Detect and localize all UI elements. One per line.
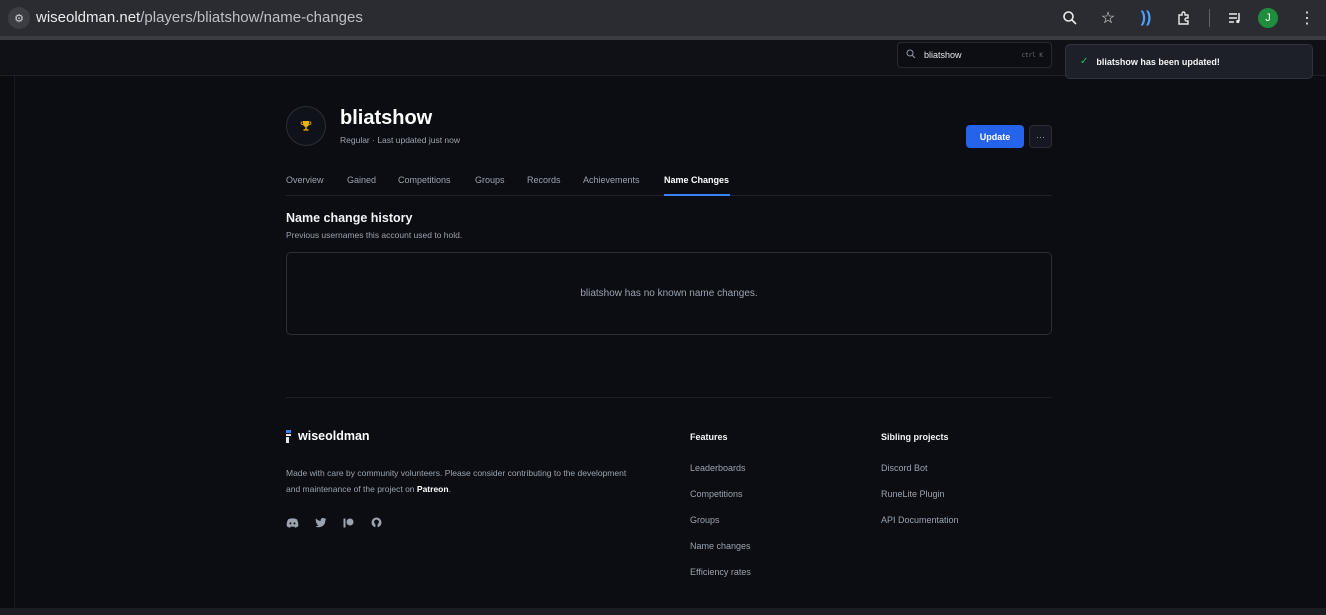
- tab-overview[interactable]: Overview: [286, 175, 324, 185]
- left-rail: [0, 76, 15, 608]
- section-subtitle: Previous usernames this account used to …: [286, 230, 463, 240]
- site-settings-icon[interactable]: ⚙: [8, 7, 30, 29]
- player-name: bliatshow: [340, 107, 433, 129]
- github-icon[interactable]: [370, 516, 383, 529]
- footer-divider: [286, 397, 1052, 398]
- footer-description: Made with care by community volunteers. …: [286, 465, 631, 497]
- search-value: bliatshow: [924, 50, 962, 60]
- check-icon: ✓: [1080, 56, 1089, 67]
- browser-toolbar: ⚙ wiseoldman.net/players/bliatshow/name-…: [0, 0, 1326, 36]
- tab-achievements[interactable]: Achievements: [583, 175, 640, 185]
- footer-description-text: Made with care by community volunteers. …: [286, 468, 627, 494]
- features-heading: Features: [690, 432, 728, 442]
- update-toast: ✓ bliatshow has been updated!: [1065, 44, 1313, 79]
- name-change-empty-state: bliatshow has no known name changes.: [286, 252, 1052, 335]
- tab-competitions[interactable]: Competitions: [398, 175, 451, 185]
- extensions-icon[interactable]: [1169, 3, 1199, 33]
- footer-link-groups[interactable]: Groups: [690, 515, 720, 525]
- tab-gained[interactable]: Gained: [347, 175, 376, 185]
- toast-message: bliatshow has been updated!: [1096, 56, 1220, 67]
- search-shortcut-hint: ctrl K: [1021, 51, 1043, 59]
- url-host: wiseoldman.net: [36, 9, 141, 26]
- section-title: Name change history: [286, 211, 413, 225]
- discord-icon[interactable]: [286, 516, 299, 529]
- cast-icon[interactable]: )): [1131, 3, 1161, 33]
- address-bar[interactable]: wiseoldman.net/players/bliatshow/name-ch…: [36, 9, 363, 26]
- footer-link-discord-bot[interactable]: Discord Bot: [881, 463, 928, 473]
- browser-profile-avatar[interactable]: J: [1258, 8, 1278, 28]
- os-taskbar-edge: [0, 608, 1326, 615]
- footer-link-api-documentation[interactable]: API Documentation: [881, 515, 959, 525]
- search-icon: [906, 48, 916, 62]
- empty-message: bliatshow has no known name changes.: [580, 288, 758, 299]
- footer-description-end: .: [448, 484, 451, 494]
- trophy-icon: [286, 106, 326, 146]
- player-search-input[interactable]: bliatshow ctrl K: [897, 42, 1052, 68]
- twitter-icon[interactable]: [314, 516, 327, 529]
- tab-groups[interactable]: Groups: [475, 175, 505, 185]
- patreon-icon[interactable]: [342, 516, 355, 529]
- footer-link-runelite-plugin[interactable]: RuneLite Plugin: [881, 489, 945, 499]
- bookmark-star-icon[interactable]: ☆: [1093, 3, 1123, 33]
- player-subtitle: Regular · Last updated just now: [340, 135, 461, 145]
- sibling-projects-heading: Sibling projects: [881, 432, 949, 442]
- update-button[interactable]: Update: [966, 125, 1024, 148]
- footer-link-competitions[interactable]: Competitions: [690, 489, 743, 499]
- footer-link-leaderboards[interactable]: Leaderboards: [690, 463, 746, 473]
- footer-link-efficiency-rates[interactable]: Efficiency rates: [690, 567, 751, 577]
- more-options-button[interactable]: ···: [1029, 125, 1052, 148]
- zoom-icon[interactable]: [1055, 3, 1085, 33]
- footer-link-name-changes[interactable]: Name changes: [690, 541, 751, 551]
- url-path: /players/bliatshow/name-changes: [140, 9, 363, 26]
- footer-brand: wiseoldman: [298, 429, 370, 443]
- browser-menu-icon[interactable]: ⋮: [1292, 3, 1322, 33]
- wiseoldman-logo-icon: [286, 429, 292, 443]
- patreon-link[interactable]: Patreon: [417, 484, 449, 494]
- social-links: [286, 516, 398, 529]
- tab-name-changes[interactable]: Name Changes: [664, 175, 729, 185]
- toolbar-divider: [1209, 9, 1210, 27]
- player-tabs: Overview Gained Competitions Groups Reco…: [286, 170, 1052, 196]
- footer-logo[interactable]: wiseoldman: [286, 429, 370, 443]
- active-tab-indicator: [664, 194, 730, 196]
- media-queue-icon[interactable]: [1220, 3, 1250, 33]
- tab-records[interactable]: Records: [527, 175, 561, 185]
